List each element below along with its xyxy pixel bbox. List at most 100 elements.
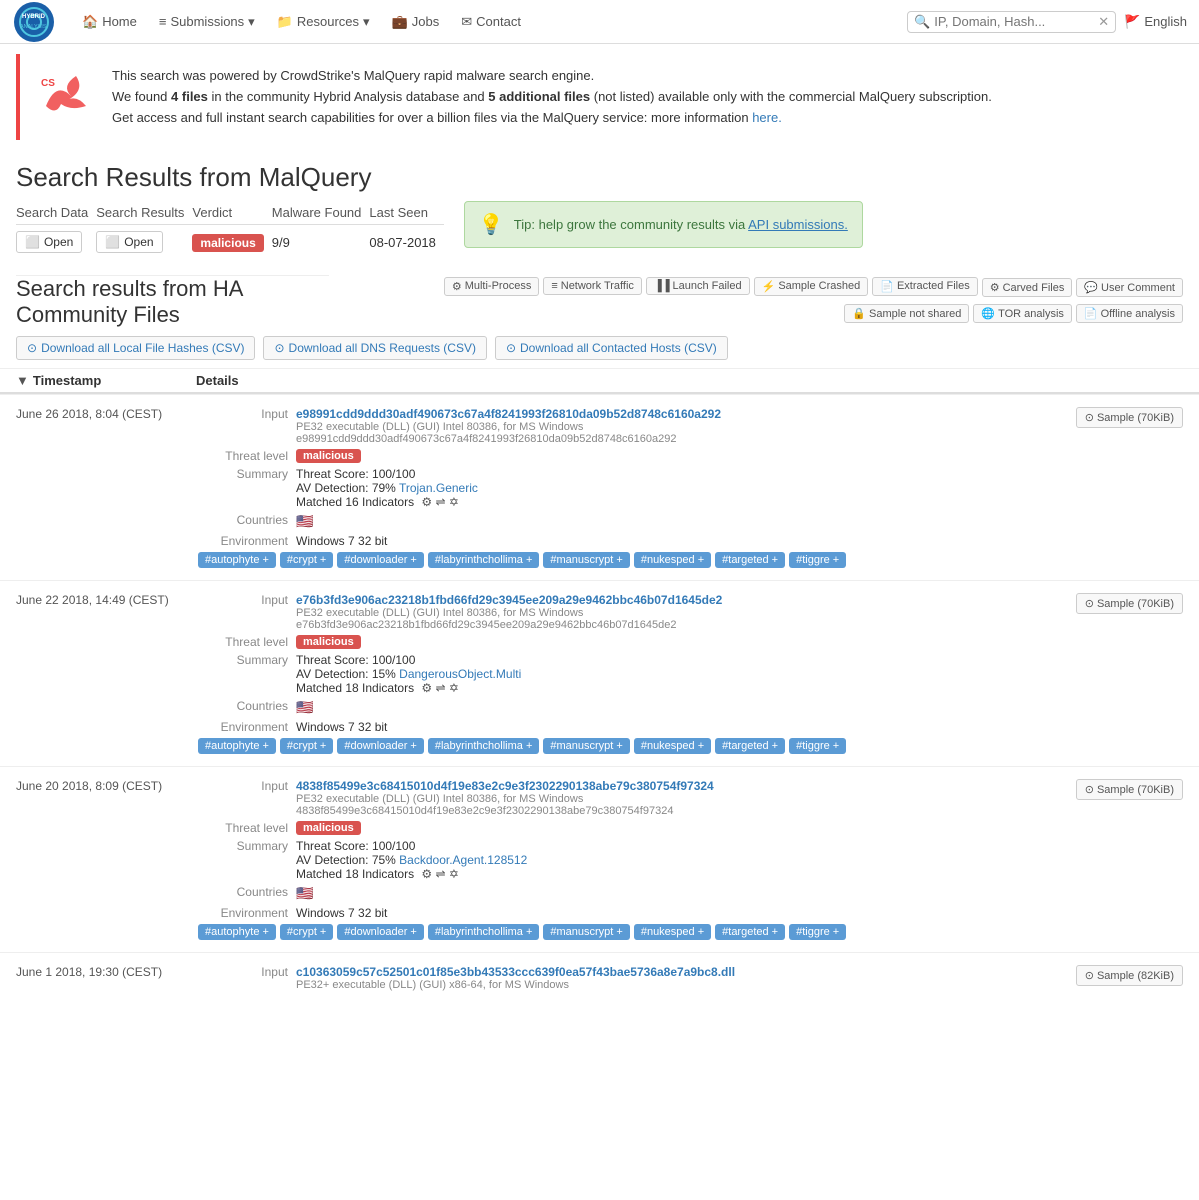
nav-jobs[interactable]: 💼 Jobs: [382, 10, 450, 34]
av-name-link[interactable]: Trojan.Generic: [399, 481, 478, 495]
tag[interactable]: #tiggre +: [789, 738, 846, 754]
country-flag: 🇺🇸: [296, 513, 313, 530]
filter-carved-files[interactable]: ⚙ Carved Files: [982, 278, 1073, 297]
tag-list: #autophyte +#crypt +#downloader + #labyri…: [198, 924, 1051, 940]
tag[interactable]: #labyrinthchollima +: [428, 552, 540, 568]
tag[interactable]: #targeted +: [715, 924, 785, 940]
summary-text: Threat Score: 100/100 AV Detection: 15% …: [296, 653, 521, 695]
result-environment-line: Environment Windows 7 32 bit: [198, 720, 1051, 734]
input-hash[interactable]: 4838f85499e3c68415010d4f19e83e2c9e3f2302…: [296, 779, 714, 793]
threat-badge: malicious: [296, 449, 361, 463]
nav-language[interactable]: 🚩 English: [1124, 14, 1187, 30]
result-countries-line: Countries 🇺🇸: [198, 699, 1051, 716]
col-timestamp: ▼ Timestamp: [16, 373, 196, 388]
results-container: June 26 2018, 8:04 (CEST) Input e98991cd…: [0, 394, 1199, 1007]
tag-list: #autophyte +#crypt +#downloader + #labyri…: [198, 738, 1051, 754]
tag[interactable]: #downloader +: [337, 924, 423, 940]
search-data-open-button[interactable]: ⬜ Open: [16, 231, 82, 253]
threat-badge: malicious: [296, 635, 361, 649]
tag[interactable]: #tiggre +: [789, 552, 846, 568]
sample-button[interactable]: ⊙ Sample (82KiB): [1076, 965, 1183, 986]
environment-label: Environment: [198, 720, 288, 734]
input-type: PE32 executable (DLL) (GUI) Intel 80386,…: [296, 793, 714, 805]
filter-multi-process[interactable]: ⚙ Multi-Process: [444, 277, 540, 296]
svg-text:CS: CS: [41, 78, 55, 89]
input-type: PE32+ executable (DLL) (GUI) x86-64, for…: [296, 979, 735, 991]
col-details: Details: [196, 373, 1183, 388]
nav-submissions[interactable]: ≡ Submissions ▾: [149, 10, 265, 34]
av-name-link[interactable]: Backdoor.Agent.128512: [399, 853, 527, 867]
download-dns-button[interactable]: ⊙ Download all DNS Requests (CSV): [263, 336, 486, 360]
filter-sample-not-shared[interactable]: 🔒 Sample not shared: [844, 304, 969, 323]
tag[interactable]: #manuscrypt +: [543, 738, 629, 754]
tag[interactable]: #targeted +: [715, 738, 785, 754]
col-verdict: Verdict: [192, 201, 271, 225]
av-name-link[interactable]: DangerousObject.Multi: [399, 667, 521, 681]
download-hashes-button[interactable]: ⊙ Download all Local File Hashes (CSV): [16, 336, 255, 360]
input-hash[interactable]: e98991cdd9ddd30adf490673c67a4f8241993f26…: [296, 407, 721, 421]
community-section-title: Search results from HA Community Files: [16, 275, 329, 328]
sort-icon: ▼: [16, 373, 29, 388]
filter-launch-failed[interactable]: ▐▐ Launch Failed: [646, 277, 750, 295]
open-icon2: ⬜: [105, 235, 120, 249]
search-results-open-button[interactable]: ⬜ Open: [96, 231, 162, 253]
tag[interactable]: #targeted +: [715, 552, 785, 568]
result-row: June 22 2018, 14:49 (CEST) Input e76b3fd…: [0, 589, 1199, 758]
nav-home[interactable]: 🏠 Home: [72, 10, 147, 34]
tag[interactable]: #crypt +: [280, 924, 333, 940]
tag[interactable]: #crypt +: [280, 738, 333, 754]
filter-network-traffic[interactable]: ≡ Network Traffic: [543, 277, 642, 295]
search-input[interactable]: [934, 14, 1094, 29]
tag[interactable]: #labyrinthchollima +: [428, 738, 540, 754]
environment-value: Windows 7 32 bit: [296, 906, 387, 920]
tag[interactable]: #labyrinthchollima +: [428, 924, 540, 940]
nav-resources[interactable]: 📁 Resources ▾: [267, 10, 380, 34]
download-hosts-button[interactable]: ⊙ Download all Contacted Hosts (CSV): [495, 336, 728, 360]
verdict-badge: malicious: [192, 234, 263, 252]
sample-button[interactable]: ⊙ Sample (70KiB): [1076, 593, 1183, 614]
tag[interactable]: #nukesped +: [634, 738, 711, 754]
filter-user-comment[interactable]: 💬 User Comment: [1076, 278, 1183, 297]
col-search-results: Search Results: [96, 201, 192, 225]
result-main: Input c10363059c57c52501c01f85e3bb43533c…: [198, 965, 1051, 995]
threat-label: Threat level: [198, 821, 288, 835]
nav-contact[interactable]: ✉ Contact: [451, 10, 531, 34]
sample-button[interactable]: ⊙ Sample (70KiB): [1076, 779, 1183, 800]
malquery-link[interactable]: here.: [752, 110, 782, 125]
search-results-table: Search Data Search Results Verdict Malwa…: [16, 201, 444, 259]
download-bar: ⊙ Download all Local File Hashes (CSV) ⊙…: [0, 332, 1199, 368]
indicators-icon: ⚙ ⇌ ✡: [421, 867, 459, 881]
input-hash[interactable]: c10363059c57c52501c01f85e3bb43533ccc639f…: [296, 965, 735, 979]
tag[interactable]: #nukesped +: [634, 924, 711, 940]
search-results-table-wrap: Search Data Search Results Verdict Malwa…: [16, 201, 444, 259]
tag[interactable]: #manuscrypt +: [543, 552, 629, 568]
tag[interactable]: #crypt +: [280, 552, 333, 568]
flag-icon: 🚩: [1124, 14, 1140, 30]
result-environment-line: Environment Windows 7 32 bit: [198, 534, 1051, 548]
tag[interactable]: #tiggre +: [789, 924, 846, 940]
tag[interactable]: #autophyte +: [198, 738, 276, 754]
filter-offline-analysis[interactable]: 📄 Offline analysis: [1076, 304, 1183, 323]
sample-button[interactable]: ⊙ Sample (70KiB): [1076, 407, 1183, 428]
result-block-3: June 1 2018, 19:30 (CEST) Input c1036305…: [0, 952, 1199, 1007]
input-hash[interactable]: e76b3fd3e906ac23218b1fbd66fd29c3945ee209…: [296, 593, 722, 607]
tag[interactable]: #nukesped +: [634, 552, 711, 568]
api-submissions-link[interactable]: API submissions.: [748, 217, 848, 232]
tag[interactable]: #autophyte +: [198, 924, 276, 940]
filter-sample-crashed[interactable]: ⚡ Sample Crashed: [754, 277, 869, 296]
result-row: June 1 2018, 19:30 (CEST) Input c1036305…: [0, 961, 1199, 999]
result-row: June 26 2018, 8:04 (CEST) Input e98991cd…: [0, 403, 1199, 572]
result-summary-line: Summary Threat Score: 100/100 AV Detecti…: [198, 653, 1051, 695]
tag[interactable]: #downloader +: [337, 552, 423, 568]
search-clear-icon[interactable]: ✕: [1098, 14, 1109, 30]
result-row: June 20 2018, 8:09 (CEST) Input 4838f854…: [0, 775, 1199, 944]
input-type: PE32 executable (DLL) (GUI) Intel 80386,…: [296, 421, 721, 433]
malware-found-value: 9/9: [272, 225, 370, 260]
filter-tor-analysis[interactable]: 🌐 TOR analysis: [973, 304, 1072, 323]
tag[interactable]: #downloader +: [337, 738, 423, 754]
tag[interactable]: #autophyte +: [198, 552, 276, 568]
summary-label: Summary: [198, 653, 288, 667]
filter-extracted-files[interactable]: 📄 Extracted Files: [872, 277, 977, 296]
indicators-icon: ⚙ ⇌ ✡: [421, 681, 459, 695]
tag[interactable]: #manuscrypt +: [543, 924, 629, 940]
